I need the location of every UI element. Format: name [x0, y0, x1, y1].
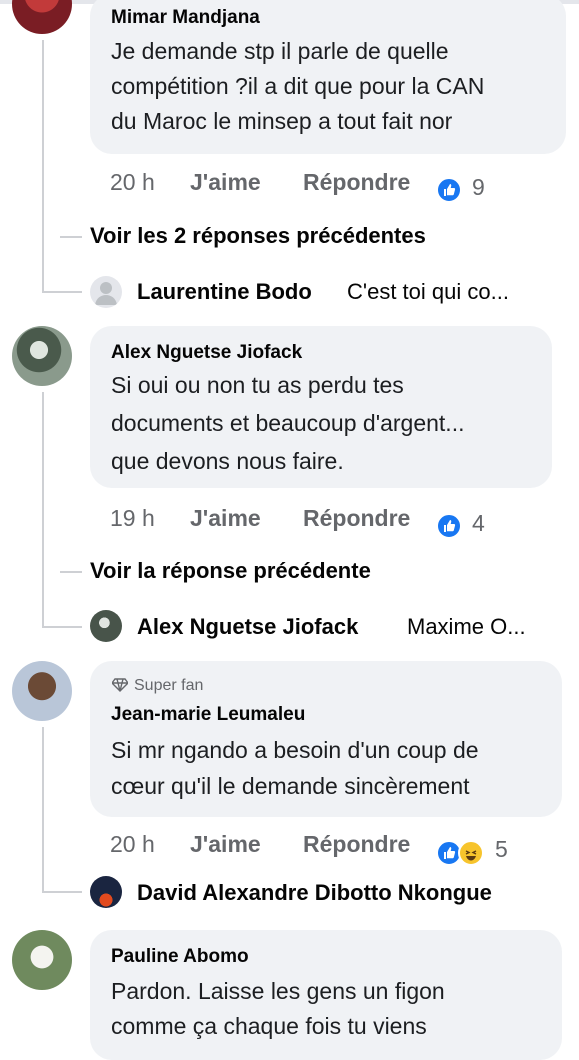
comment-text-line: Je demande stp il parle de quelle [111, 38, 449, 64]
like-button[interactable]: J'aime [190, 169, 261, 196]
comment-text-line: documents et beaucoup d'argent... [111, 410, 465, 436]
comment-bubble: Mimar Mandjana Je demande stp il parle d… [90, 0, 566, 154]
reaction-count[interactable]: 5 [495, 836, 508, 863]
haha-icon[interactable] [458, 840, 484, 866]
comment-author[interactable]: Alex Nguetse Jiofack [111, 342, 302, 364]
see-previous-replies[interactable]: Voir la réponse précédente [90, 558, 371, 584]
reaction-count[interactable]: 4 [472, 510, 485, 537]
reply-author[interactable]: Alex Nguetse Jiofack [137, 614, 358, 640]
comment-text-line: du Maroc le minsep a tout fait nor [111, 108, 453, 134]
comment-text-line: Pardon. Laisse les gens un figon [111, 978, 445, 1004]
comment-bubble: Alex Nguetse Jiofack Si oui ou non tu as… [90, 326, 552, 488]
like-button[interactable]: J'aime [190, 505, 261, 532]
thread-line [42, 40, 44, 290]
comment-author[interactable]: Mimar Mandjana [111, 7, 260, 29]
avatar[interactable] [12, 930, 72, 990]
reaction-count[interactable]: 9 [472, 174, 485, 201]
avatar[interactable] [12, 326, 72, 386]
comment-text-line: comme ça chaque fois tu viens [111, 1013, 427, 1039]
comment-time[interactable]: 20 h [110, 169, 155, 196]
reply-author[interactable]: Laurentine Bodo [137, 279, 312, 305]
reply-button[interactable]: Répondre [303, 505, 410, 532]
comment-author[interactable]: Pauline Abomo [111, 946, 249, 968]
comment-time[interactable]: 19 h [110, 505, 155, 532]
thread-connector [42, 626, 82, 628]
comment-text-line: compétition ?il a dit que pour la CAN [111, 73, 485, 99]
comment-bubble: Super fan Jean-marie Leumaleu Si mr ngan… [90, 661, 562, 817]
reply-snippet[interactable]: Maxime O... [407, 614, 526, 640]
comment-bubble: Pauline Abomo Pardon. Laisse les gens un… [90, 930, 562, 1060]
comment-time[interactable]: 20 h [110, 831, 155, 858]
comment-text-line: que devons nous faire. [111, 448, 344, 474]
avatar[interactable] [90, 876, 122, 908]
avatar[interactable] [12, 661, 72, 721]
thread-connector [60, 571, 82, 573]
reply-author[interactable]: David Alexandre Dibotto Nkongue [137, 880, 492, 906]
thread-line [42, 392, 44, 627]
comment-text-line: Si oui ou non tu as perdu tes [111, 372, 404, 398]
avatar[interactable] [90, 610, 122, 642]
like-icon[interactable] [436, 177, 462, 203]
super-fan-badge: Super fan [134, 677, 204, 694]
thread-line [42, 727, 44, 892]
see-previous-replies[interactable]: Voir les 2 réponses précédentes [90, 223, 426, 249]
like-button[interactable]: J'aime [190, 831, 261, 858]
comment-text-line: cœur qu'il le demande sincèrement [111, 773, 470, 799]
avatar[interactable] [12, 0, 72, 34]
reply-button[interactable]: Répondre [303, 169, 410, 196]
comment-text-line: Si mr ngando a besoin d'un coup de [111, 737, 479, 763]
thread-curve [42, 270, 44, 292]
reply-button[interactable]: Répondre [303, 831, 410, 858]
reply-snippet[interactable]: C'est toi qui co... [347, 279, 509, 305]
default-avatar-icon[interactable] [90, 276, 122, 308]
comment-author[interactable]: Jean-marie Leumaleu [111, 704, 305, 726]
thread-connector [42, 291, 82, 293]
super-fan-diamond-icon [112, 678, 128, 692]
thread-connector [60, 236, 82, 238]
thread-connector [42, 891, 82, 893]
like-icon[interactable] [436, 513, 462, 539]
